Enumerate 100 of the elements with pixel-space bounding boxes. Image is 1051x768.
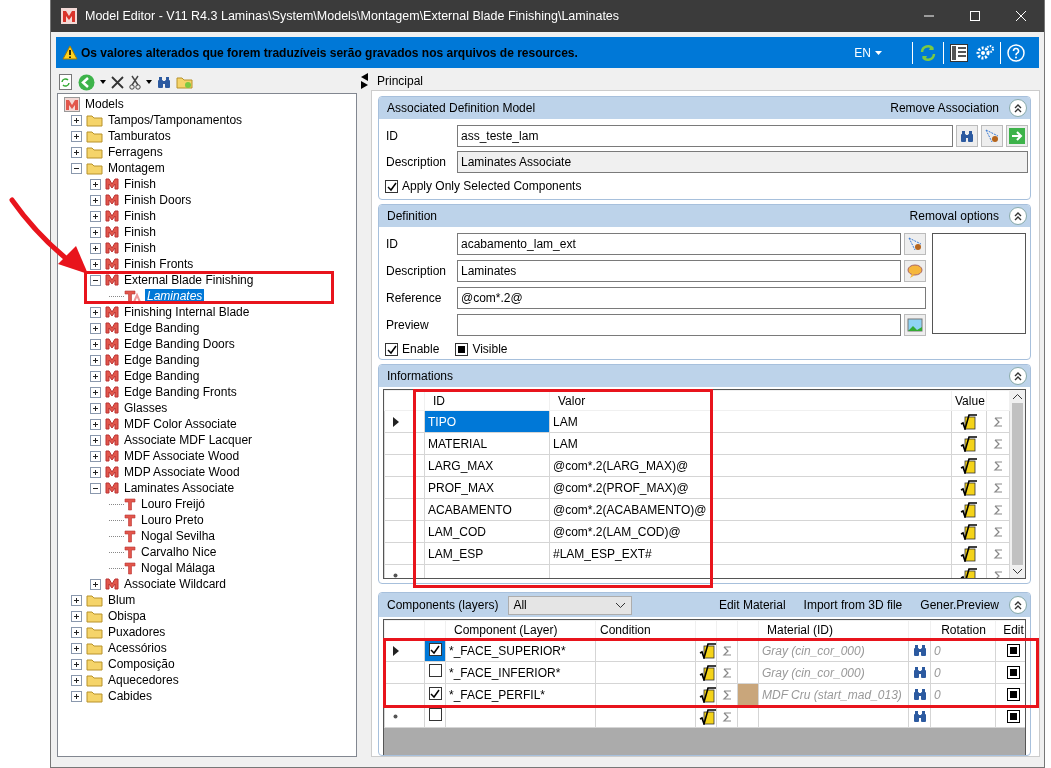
formula-icon[interactable] bbox=[960, 523, 978, 540]
sum-icon[interactable] bbox=[992, 569, 1004, 578]
tree-item[interactable]: Edge Banding Fronts bbox=[122, 384, 239, 400]
expand-icon[interactable] bbox=[90, 258, 101, 270]
sum-icon[interactable] bbox=[721, 666, 733, 679]
tree-item[interactable]: MDF Color Associate bbox=[122, 416, 239, 432]
formula-icon[interactable] bbox=[699, 708, 716, 725]
expand-icon[interactable] bbox=[90, 418, 101, 430]
tab-label[interactable]: Principal bbox=[377, 71, 424, 90]
tree-item[interactable]: Montagem bbox=[106, 160, 167, 176]
delete-icon[interactable] bbox=[111, 75, 124, 89]
toolbar-link[interactable]: Import from 3D file bbox=[803, 596, 903, 614]
tree-item[interactable]: Finish bbox=[122, 208, 158, 224]
expand-icon[interactable] bbox=[90, 466, 101, 478]
column-header[interactable]: ID bbox=[433, 393, 445, 408]
tree-item[interactable]: Associate MDF Lacquer bbox=[122, 432, 255, 448]
tree-item[interactable]: Edge Banding bbox=[122, 368, 202, 384]
sum-icon[interactable] bbox=[992, 481, 1004, 494]
tree-item[interactable]: Finishing Internal Blade bbox=[122, 304, 252, 320]
collapse-left-icon[interactable] bbox=[360, 73, 368, 81]
layout-icon[interactable] bbox=[950, 43, 968, 62]
tree-item[interactable]: Tampos/Tamponamentos bbox=[106, 112, 245, 128]
expand-icon[interactable] bbox=[71, 610, 82, 622]
expand-icon[interactable] bbox=[90, 322, 101, 334]
tree-item[interactable]: Puxadores bbox=[106, 624, 168, 640]
expand-icon[interactable] bbox=[71, 674, 82, 686]
expand-icon[interactable] bbox=[71, 626, 82, 638]
caret-icon[interactable] bbox=[100, 80, 106, 84]
tree-item[interactable]: Obispa bbox=[106, 608, 149, 624]
search-icon[interactable] bbox=[157, 75, 171, 89]
tree-item[interactable]: MDF Associate Wood bbox=[122, 448, 242, 464]
tree-item[interactable]: Carvalho Nice bbox=[139, 544, 219, 560]
formula-icon[interactable] bbox=[960, 479, 978, 496]
tree-item[interactable]: Finish Fronts bbox=[122, 256, 196, 272]
tree-item[interactable]: Acessórios bbox=[106, 640, 169, 656]
edit-icon[interactable] bbox=[1006, 666, 1020, 679]
tree-item[interactable]: Nogal Sevilha bbox=[139, 528, 218, 544]
tree-item[interactable]: External Blade Finishing bbox=[122, 272, 256, 288]
tree-item[interactable]: Finish bbox=[122, 240, 158, 256]
expand-icon[interactable] bbox=[90, 194, 101, 206]
expand-icon[interactable] bbox=[71, 594, 82, 606]
expand-icon[interactable] bbox=[90, 242, 101, 254]
tree-item[interactable]: Ferragens bbox=[106, 144, 165, 160]
sum-icon[interactable] bbox=[721, 688, 733, 701]
tree-item[interactable]: Blum bbox=[106, 592, 138, 608]
checkbox[interactable] bbox=[385, 342, 398, 356]
checkbox[interactable] bbox=[428, 686, 442, 700]
tree-item[interactable]: Edge Banding Doors bbox=[122, 336, 237, 352]
remove-association-link[interactable]: Remove Association bbox=[890, 99, 999, 117]
collapse-icon[interactable] bbox=[71, 162, 82, 174]
collapse-button[interactable] bbox=[1009, 207, 1027, 225]
text-field[interactable]: ass_teste_lam bbox=[457, 125, 953, 147]
settings-icon[interactable] bbox=[976, 43, 994, 62]
edit-icon[interactable] bbox=[1006, 710, 1020, 723]
tree-item[interactable]: Cabides bbox=[106, 688, 155, 704]
tree-item[interactable]: Edge Banding bbox=[122, 352, 202, 368]
expand-icon[interactable] bbox=[71, 114, 82, 126]
expand-icon[interactable] bbox=[71, 146, 82, 158]
expand-icon[interactable] bbox=[71, 130, 82, 142]
translate-button[interactable] bbox=[904, 259, 926, 282]
collapse-icon[interactable] bbox=[90, 274, 101, 286]
expand-icon[interactable] bbox=[90, 450, 101, 462]
go-button[interactable] bbox=[1006, 125, 1028, 147]
expand-right-icon[interactable] bbox=[360, 81, 368, 89]
tree-item[interactable]: Associate Wildcard bbox=[122, 576, 229, 592]
search-icon[interactable] bbox=[912, 688, 927, 701]
table-cell[interactable]: #LAM_ESP_EXT# bbox=[553, 546, 652, 561]
expand-icon[interactable] bbox=[71, 690, 82, 702]
tree-item[interactable]: Finish Doors bbox=[122, 192, 194, 208]
edit-icon[interactable] bbox=[1006, 644, 1020, 657]
search-icon[interactable] bbox=[912, 710, 927, 723]
collapse-icon[interactable] bbox=[90, 482, 101, 494]
toolbar-link[interactable]: Edit Material bbox=[718, 596, 786, 614]
text-field[interactable]: acabamento_lam_ext bbox=[457, 232, 901, 255]
caret-icon[interactable] bbox=[146, 80, 152, 84]
sum-icon[interactable] bbox=[992, 415, 1004, 428]
scissors-icon[interactable] bbox=[129, 74, 141, 90]
tree-item[interactable]: MDP Associate Wood bbox=[122, 464, 242, 480]
expand-icon[interactable] bbox=[90, 306, 101, 318]
expand-icon[interactable] bbox=[90, 370, 101, 382]
table-cell[interactable]: LAM bbox=[553, 414, 578, 429]
tree-item[interactable]: Laminates Associate bbox=[122, 480, 237, 496]
tree-item[interactable]: Aquecedores bbox=[106, 672, 181, 688]
checkbox[interactable] bbox=[385, 179, 398, 193]
formula-icon[interactable] bbox=[960, 501, 978, 518]
expand-icon[interactable] bbox=[90, 434, 101, 446]
pick-button[interactable] bbox=[981, 125, 1003, 147]
sum-icon[interactable] bbox=[992, 459, 1004, 472]
edit-icon[interactable] bbox=[1006, 688, 1020, 701]
table-cell[interactable]: TIPO bbox=[428, 414, 456, 429]
search-icon[interactable] bbox=[912, 644, 927, 657]
sum-icon[interactable] bbox=[992, 503, 1004, 516]
scrollbar[interactable] bbox=[1010, 390, 1025, 578]
checkbox[interactable] bbox=[428, 663, 442, 677]
image-button[interactable] bbox=[904, 313, 926, 336]
tree-item[interactable]: Glasses bbox=[122, 400, 170, 416]
formula-icon[interactable] bbox=[699, 686, 716, 703]
tree-item[interactable]: Louro Preto bbox=[139, 512, 206, 528]
toolbar-link[interactable]: Gener.Preview bbox=[920, 596, 999, 614]
tree-item[interactable]: Tamburatos bbox=[106, 128, 173, 144]
